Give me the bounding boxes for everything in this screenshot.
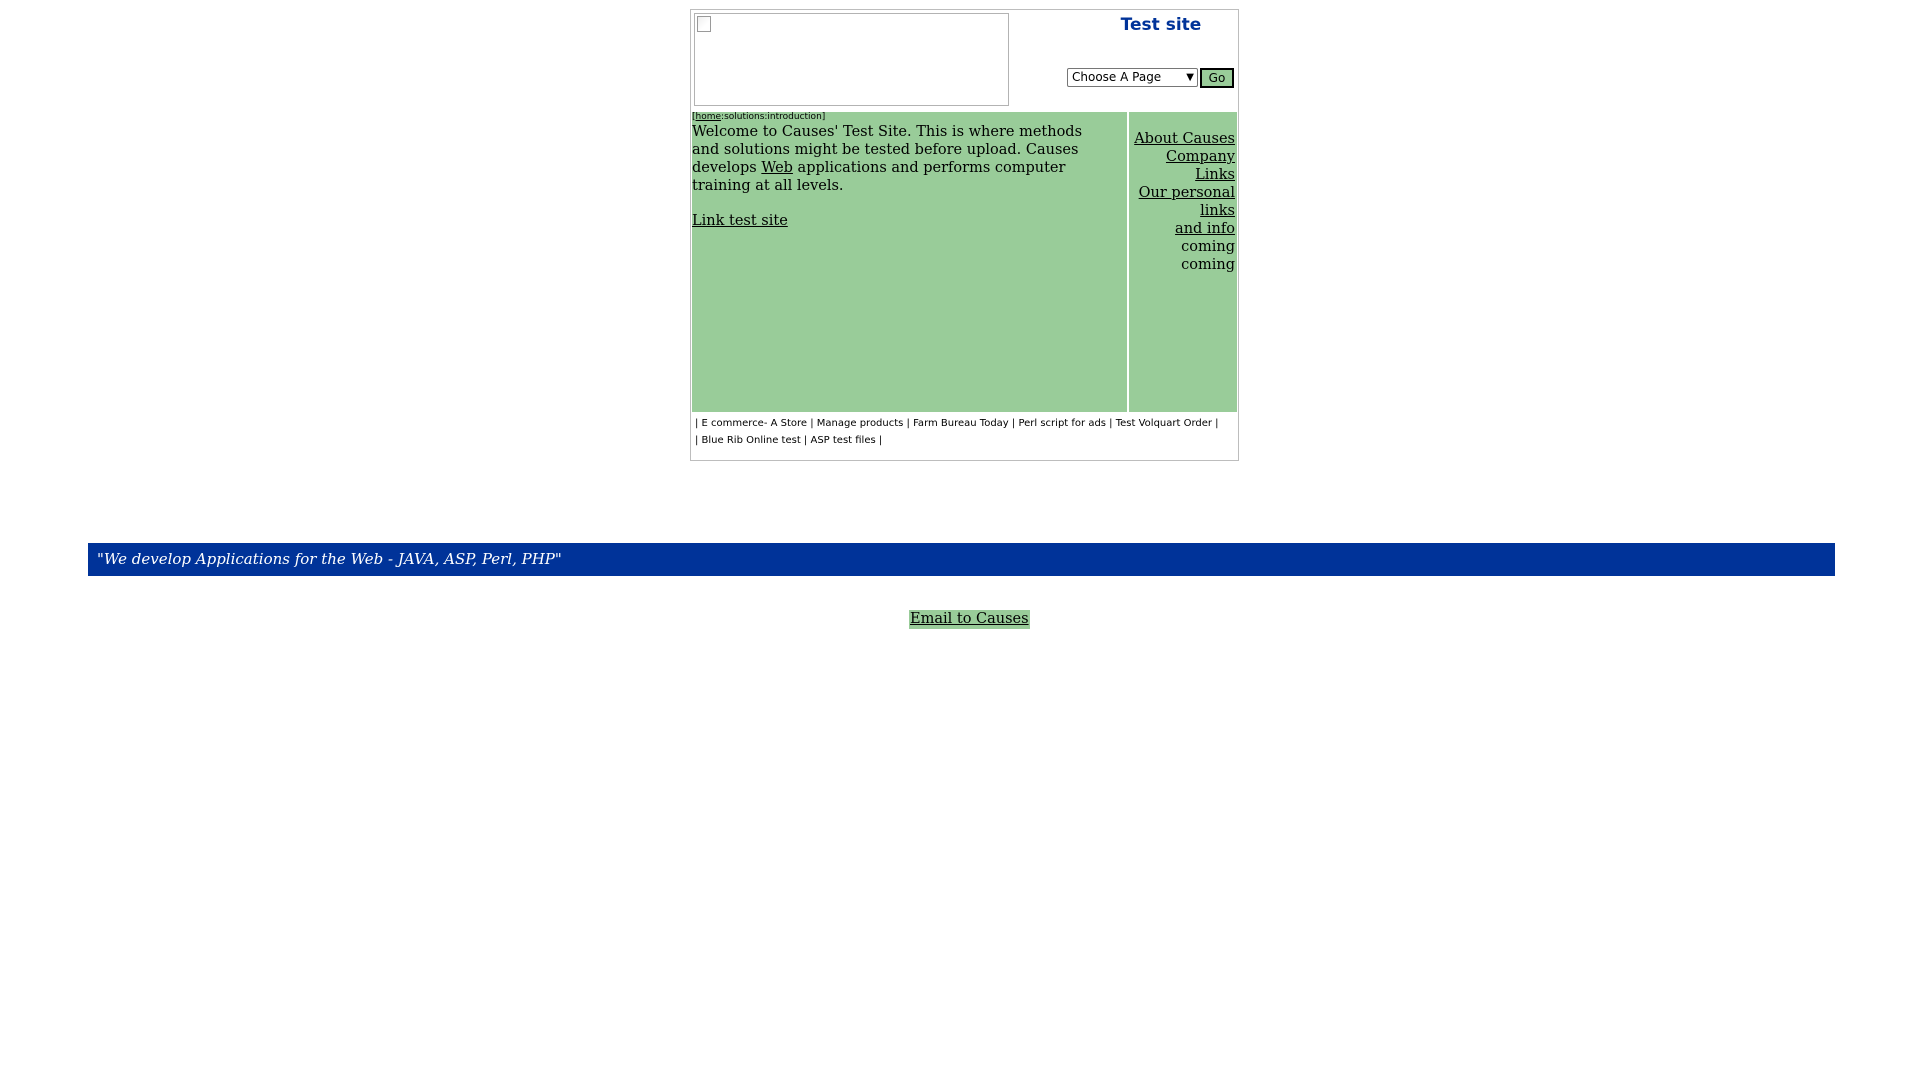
page-select[interactable]: Choose A Page ▼ xyxy=(1067,68,1198,87)
sidebar: About Causes Company Links Our personal … xyxy=(1129,112,1237,412)
footer-links: | E commerce- A Store | Manage products … xyxy=(695,418,1220,447)
link-test-site[interactable]: Link test site xyxy=(692,212,788,230)
web-link[interactable]: Web xyxy=(761,160,793,176)
sidebar-item-personal-links[interactable]: links xyxy=(1131,202,1235,220)
content-panel: [home:solutions:introduction] Welcome to… xyxy=(692,112,1127,412)
sidebar-item-about[interactable]: About Causes xyxy=(1131,130,1235,148)
tagline-bar: "We develop Applications for the Web - J… xyxy=(88,543,1835,576)
footer-links-row-2[interactable]: | Blue Rib Online test | ASP test files … xyxy=(695,435,1220,447)
sidebar-item-coming-2: coming xyxy=(1181,257,1235,273)
breadcrumb-home-link[interactable]: home xyxy=(696,112,722,122)
page-select-value: Choose A Page xyxy=(1072,70,1162,84)
tagline-text: "We develop Applications for the Web - J… xyxy=(97,550,562,568)
sidebar-list: About Causes Company Links Our personal … xyxy=(1131,130,1235,274)
sidebar-item-info[interactable]: and info xyxy=(1131,220,1235,238)
sidebar-item-links[interactable]: Links xyxy=(1131,166,1235,184)
broken-image-icon xyxy=(697,16,711,32)
chevron-down-icon: ▼ xyxy=(1186,72,1194,83)
welcome-text: Welcome to Causes' Test Site. This is wh… xyxy=(692,123,1112,195)
go-button[interactable]: Go xyxy=(1200,68,1234,88)
sidebar-item-personal[interactable]: Our personal xyxy=(1131,184,1235,202)
main-frame: Test site Choose A Page ▼ Go [home:solut… xyxy=(690,9,1239,461)
logo-image xyxy=(694,13,1009,106)
breadcrumb-path: :solutions:introduction] xyxy=(721,112,826,122)
email-link[interactable]: Email to Causes xyxy=(909,610,1030,629)
footer-links-row-1[interactable]: | E commerce- A Store | Manage products … xyxy=(695,418,1220,430)
breadcrumb: [home:solutions:introduction] xyxy=(692,112,825,123)
site-title: Test site xyxy=(1120,15,1202,35)
sidebar-item-company[interactable]: Company xyxy=(1131,148,1235,166)
header: Test site Choose A Page ▼ Go xyxy=(691,10,1238,110)
sidebar-item-coming-1: coming xyxy=(1181,239,1235,255)
